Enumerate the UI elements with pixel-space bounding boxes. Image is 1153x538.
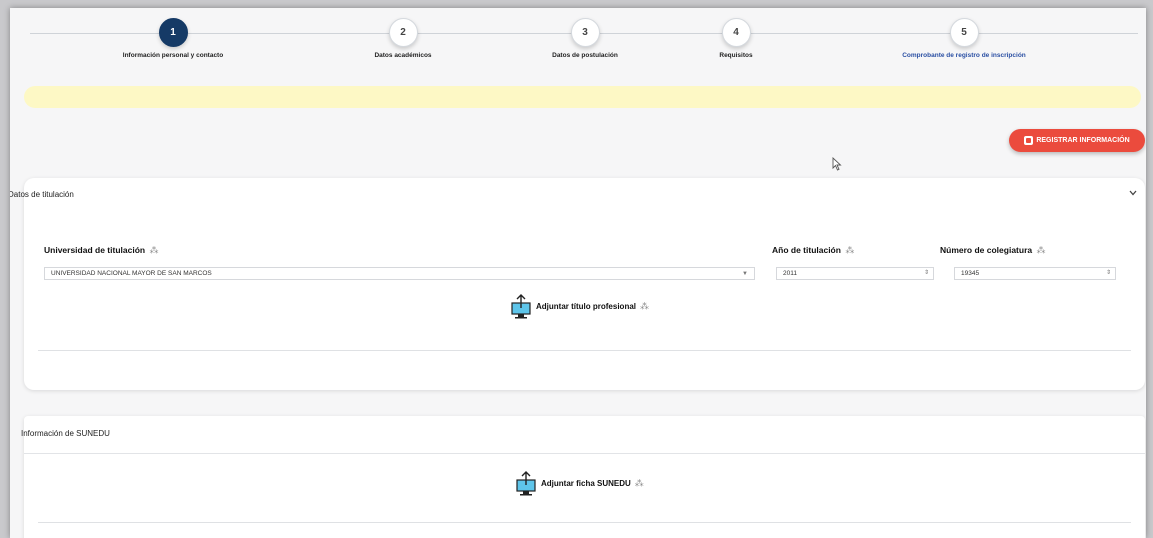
year-value: 2011 — [783, 270, 797, 277]
stepper: 1 Información personal y contacto 2 Dato… — [10, 8, 1146, 78]
select-arrow-icon: ▼ — [742, 271, 748, 277]
step-circle[interactable]: 5 — [949, 18, 979, 47]
year-input[interactable]: 2011 ⇕ — [776, 267, 934, 280]
register-button[interactable]: REGISTRAR INFORMACIÓN — [1009, 129, 1145, 152]
upload-monitor-icon — [516, 471, 536, 496]
colegiatura-value: 19345 — [961, 270, 980, 277]
divider — [38, 350, 1131, 351]
divider — [38, 522, 1131, 523]
colegiatura-label: Número de colegiatura ⁂ — [940, 245, 1045, 256]
step-1[interactable]: 1 Información personal y contacto — [73, 18, 273, 59]
upload-titulo-button[interactable]: Adjuntar título profesional ⁂ — [510, 293, 649, 319]
mouse-cursor-icon — [832, 156, 842, 174]
help-hint-icon[interactable]: ⁂ — [1036, 245, 1045, 255]
year-label-text: Año de titulación — [772, 245, 841, 255]
section-title: Datos de titulación — [10, 190, 74, 199]
university-select[interactable]: UNIVERSIDAD NACIONAL MAYOR DE SAN MARCOS… — [44, 267, 755, 280]
sunedu-card: Información de SUNEDU Adjuntar ficha SUN… — [21, 416, 1145, 538]
titulacion-card: Datos de titulación Universidad de titul… — [10, 178, 1145, 390]
step-circle[interactable]: 1 — [158, 18, 188, 47]
section-title: Información de SUNEDU — [21, 429, 110, 438]
step-4[interactable]: 4 Requisitos — [636, 18, 836, 59]
help-hint-icon[interactable]: ⁂ — [149, 245, 158, 255]
step-circle[interactable]: 4 — [721, 18, 751, 47]
step-label: Requisitos — [719, 52, 753, 59]
upload-titulo-label: Adjuntar título profesional — [536, 301, 636, 311]
step-2[interactable]: 2 Datos académicos — [303, 18, 503, 59]
help-hint-icon[interactable]: ⁂ — [845, 245, 854, 255]
university-label-text: Universidad de titulación — [44, 245, 146, 255]
upload-monitor-icon — [511, 294, 531, 319]
university-value: UNIVERSIDAD NACIONAL MAYOR DE SAN MARCOS — [51, 270, 212, 277]
step-5[interactable]: 5 Comprobante de registro de inscripción — [864, 18, 1064, 59]
colegiatura-input[interactable]: 19345 ⇕ — [954, 267, 1116, 280]
upload-sunedu-button[interactable]: Adjuntar ficha SUNEDU ⁂ — [515, 470, 644, 496]
year-label: Año de titulación ⁂ — [772, 245, 854, 256]
stepper-arrows-icon[interactable]: ⇕ — [1106, 268, 1111, 279]
step-circle[interactable]: 3 — [570, 18, 600, 47]
university-label: Universidad de titulación ⁂ — [44, 245, 158, 256]
colegiatura-label-text: Número de colegiatura — [940, 245, 1033, 255]
register-db-icon — [1024, 136, 1034, 145]
alert-banner — [24, 86, 1141, 108]
step-label: Información personal y contacto — [122, 52, 224, 59]
stepper-arrows-icon[interactable]: ⇕ — [924, 268, 929, 279]
step-label[interactable]: Comprobante de registro de inscripción — [864, 52, 1064, 59]
header-divider — [24, 453, 1145, 454]
help-hint-icon[interactable]: ⁂ — [635, 478, 644, 489]
register-button-label: REGISTRAR INFORMACIÓN — [1036, 137, 1130, 144]
step-circle[interactable]: 2 — [388, 18, 418, 47]
help-hint-icon[interactable]: ⁂ — [640, 301, 649, 312]
chevron-down-icon[interactable] — [1129, 189, 1137, 198]
app-window: 1 Información personal y contacto 2 Dato… — [10, 8, 1146, 538]
step-label: Datos académicos — [374, 52, 432, 59]
upload-sunedu-label: Adjuntar ficha SUNEDU — [541, 478, 631, 488]
